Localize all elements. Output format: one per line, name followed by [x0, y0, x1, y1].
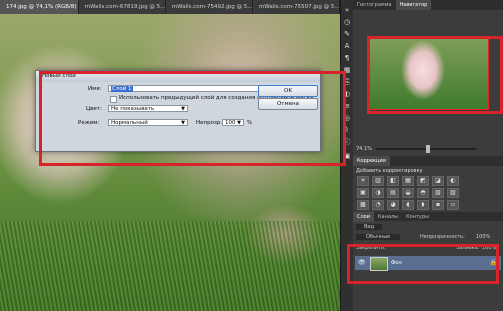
adjustment-icon[interactable]: ◧ — [387, 176, 399, 186]
tab-layers[interactable]: Слои — [353, 212, 374, 222]
adjustment-icon[interactable]: ▫ — [447, 200, 459, 210]
navigator-zoom: 74.1% — [356, 145, 500, 153]
adjustment-icon[interactable]: ▧ — [432, 188, 444, 198]
navigator-highlight — [367, 36, 503, 114]
adjustment-icon[interactable]: ◗ — [417, 200, 429, 210]
document-tab-label: mWalls.com-75492.jpg @ 5... — [171, 4, 253, 10]
document-tab[interactable]: 174.jpg @ 74,1% (RGB/8)× — [0, 0, 79, 14]
document-tabs: 174.jpg @ 74,1% (RGB/8)×mWalls.com-67819… — [0, 0, 340, 15]
character-icon[interactable]: A — [343, 42, 351, 50]
adjustment-icon[interactable]: ◪ — [432, 176, 444, 186]
dialog-highlight — [39, 71, 346, 166]
adjustment-icon[interactable]: ▥ — [372, 176, 384, 186]
adjustment-icon[interactable]: ▩ — [357, 200, 369, 210]
adjustment-icon[interactable]: ▨ — [447, 188, 459, 198]
adjustments-tabs: Коррекция — [353, 156, 503, 166]
brush-icon[interactable]: ✎ — [343, 30, 351, 38]
layer-opacity-value[interactable]: 100% — [476, 234, 490, 240]
document-tab-label: mWalls.com-75507.jpg @ 5... — [258, 4, 340, 10]
document-tab[interactable]: mWalls.com-75507.jpg @ 5...× — [253, 0, 340, 14]
document-tab[interactable]: mWalls.com-75492.jpg @ 5...× — [166, 0, 253, 14]
filter-kind-select[interactable]: Вид — [356, 224, 383, 230]
grass-area — [0, 221, 340, 311]
document-tab[interactable]: mWalls.com-67819.jpg @ 5...× — [79, 0, 166, 14]
zoom-value: 74.1% — [356, 146, 372, 152]
tab-histogram[interactable]: Гистограмма — [353, 0, 396, 10]
document-tab-label: mWalls.com-67819.jpg @ 5... — [84, 4, 166, 10]
paragraph-icon[interactable]: ¶ — [343, 54, 351, 62]
adjustment-icon[interactable]: ◒ — [402, 188, 414, 198]
adjustment-icon[interactable]: ◔ — [372, 200, 384, 210]
tab-paths[interactable]: Контуры — [402, 212, 433, 222]
history-icon[interactable]: ◷ — [343, 18, 351, 26]
adjustments-title: Добавить корректировку — [356, 168, 423, 174]
adjustment-icon[interactable]: ▣ — [357, 188, 369, 198]
adjustment-icon[interactable]: ▤ — [387, 188, 399, 198]
tab-adjustments[interactable]: Коррекция — [353, 156, 390, 166]
adjustment-icon[interactable]: ◓ — [417, 188, 429, 198]
navigator-tabs: Гистограмма Навигатор — [353, 0, 503, 10]
blend-mode-select[interactable]: Обычные — [356, 234, 401, 240]
adjustment-icon[interactable]: ◐ — [447, 176, 459, 186]
adjustment-icons-grid: ☀ ▥ ◧ ▦ ◩ ◪ ◐ ▣ ◑ ▤ ◒ ◓ ▧ ▨ ▩ ◔ ◕ ◖ ◗ ▪ ▫ — [357, 176, 467, 210]
layer-filter-row: Вид — [356, 224, 500, 233]
adjustment-icon[interactable]: ▦ — [402, 176, 414, 186]
tab-channels[interactable]: Каналы — [374, 212, 402, 222]
adjustment-icon[interactable]: ▪ — [432, 200, 444, 210]
layers-tabs: Слои Каналы Контуры — [353, 212, 503, 222]
layer-opacity-label: Непрозрачность: — [420, 234, 465, 240]
tab-navigator[interactable]: Навигатор — [395, 0, 432, 10]
adjustment-icon[interactable]: ◑ — [372, 188, 384, 198]
blend-row: Обычные Непрозрачность: 100% — [356, 234, 500, 243]
collapse-icon[interactable]: » — [343, 6, 351, 14]
adjustment-icon[interactable]: ◖ — [402, 200, 414, 210]
document-tab-label: 174.jpg @ 74,1% (RGB/8) — [6, 4, 77, 10]
adjustment-icon[interactable]: ◩ — [417, 176, 429, 186]
adjustment-icon[interactable]: ◕ — [387, 200, 399, 210]
zoom-slider-thumb[interactable] — [426, 145, 430, 153]
layers-highlight — [347, 244, 499, 284]
adjustment-icon[interactable]: ☀ — [357, 176, 369, 186]
